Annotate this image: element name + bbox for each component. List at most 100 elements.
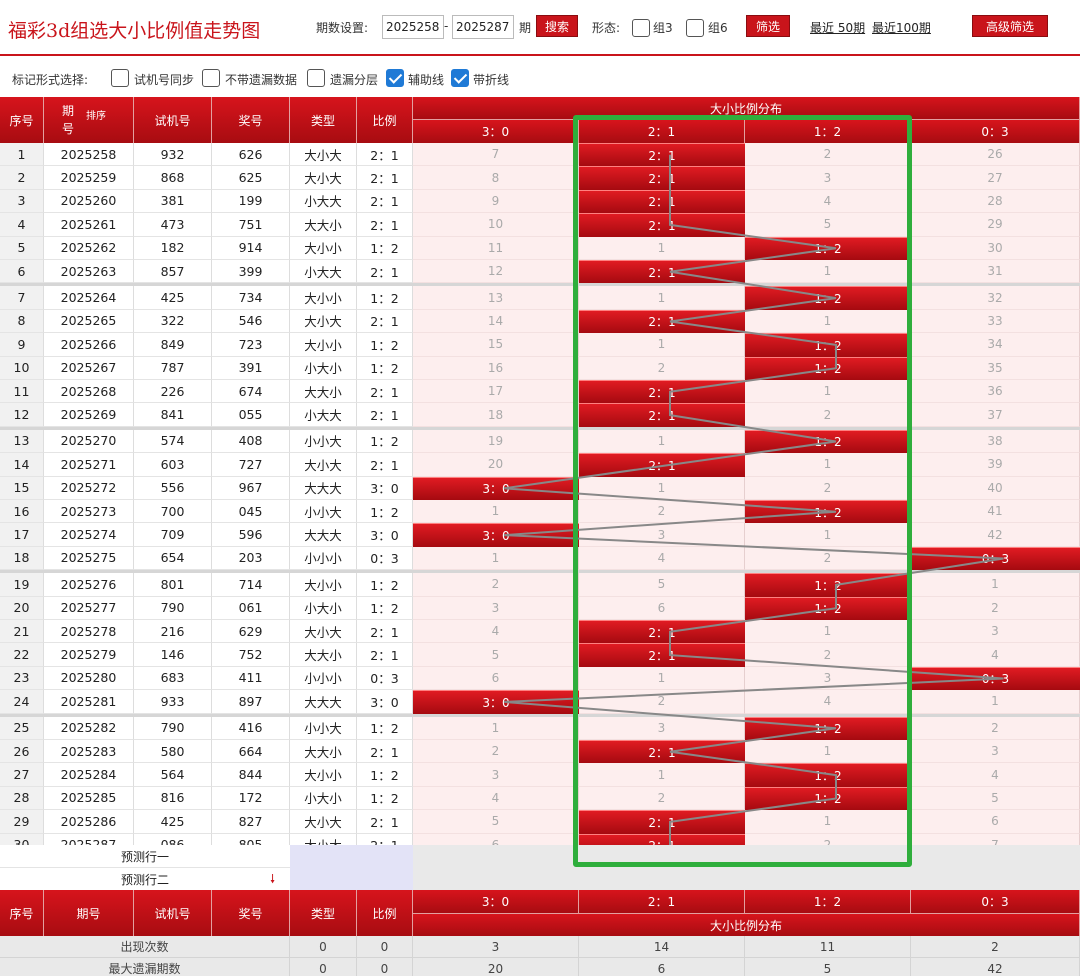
row-type: 大小大 bbox=[290, 166, 357, 190]
dist-miss-cell: 6 bbox=[911, 810, 1080, 834]
row-ratio: 2：1 bbox=[357, 213, 413, 237]
row-type: 大小小 bbox=[290, 763, 357, 787]
option-polyline-checkbox[interactable] bbox=[451, 69, 469, 87]
row-prize-number: 751 bbox=[212, 213, 290, 237]
dist-miss-cell: 15 bbox=[413, 333, 579, 357]
dist-miss-cell: 8 bbox=[413, 166, 579, 190]
dist-miss-cell: 39 bbox=[911, 453, 1080, 477]
row-period: 2025258 bbox=[44, 143, 134, 167]
row-index: 12 bbox=[0, 403, 44, 427]
row-type: 小小大 bbox=[290, 500, 357, 524]
row-test-number: 425 bbox=[134, 286, 212, 310]
row-index: 13 bbox=[0, 429, 44, 454]
option-layer-checkbox[interactable] bbox=[307, 69, 325, 87]
option-no-miss-label: 不带遗漏数据 bbox=[225, 73, 298, 87]
group6-checkbox[interactable] bbox=[686, 19, 704, 37]
dist-miss-cell: 10 bbox=[413, 213, 579, 237]
row-test-number: 790 bbox=[134, 716, 212, 740]
row-type: 大小大 bbox=[290, 453, 357, 477]
stat-type-value: 0 bbox=[290, 958, 357, 976]
dist-miss-cell: 5 bbox=[413, 810, 579, 834]
row-test-number: 841 bbox=[134, 403, 212, 427]
option-aux-line-checkbox[interactable] bbox=[386, 69, 404, 87]
row-index: 21 bbox=[0, 620, 44, 644]
row-index: 29 bbox=[0, 810, 44, 834]
dist-hit-cell[interactable]: 0：3 bbox=[911, 546, 1080, 571]
row-period: 2025266 bbox=[44, 333, 134, 357]
start-period-input[interactable]: 2025258 bbox=[382, 15, 444, 39]
dist-miss-cell: 41 bbox=[911, 500, 1080, 524]
dist-column-header: 3：0 bbox=[413, 120, 579, 143]
dist-hit-cell[interactable]: 3：0 bbox=[413, 690, 579, 714]
row-period: 2025276 bbox=[44, 573, 134, 597]
dist-miss-cell: 1 bbox=[911, 690, 1080, 714]
recent-50-link[interactable]: 最近 50期 bbox=[810, 19, 865, 36]
dist-miss-cell: 11 bbox=[413, 236, 579, 260]
row-test-number: 226 bbox=[134, 380, 212, 404]
end-period-input[interactable]: 2025287 bbox=[452, 15, 514, 39]
row-index: 28 bbox=[0, 786, 44, 811]
row-type: 大大小 bbox=[290, 643, 357, 667]
row-period: 2025282 bbox=[44, 716, 134, 740]
period-unit: 期 bbox=[519, 21, 532, 35]
row-type: 小大小 bbox=[290, 356, 357, 380]
row-type: 大小大 bbox=[290, 309, 357, 334]
arrow-down-icon[interactable]: 🠗 bbox=[270, 870, 275, 891]
dist-hit-cell[interactable]: 3：0 bbox=[413, 476, 579, 500]
row-period: 2025270 bbox=[44, 429, 134, 454]
dist-miss-cell: 3 bbox=[413, 596, 579, 620]
row-prize-number: 674 bbox=[212, 380, 290, 404]
row-prize-number: 827 bbox=[212, 810, 290, 834]
row-prize-number: 408 bbox=[212, 429, 290, 454]
advanced-filter-button[interactable]: 高级筛选 bbox=[972, 15, 1048, 37]
predict-row-1-input[interactable] bbox=[290, 845, 413, 868]
dist-miss-cell: 30 bbox=[911, 236, 1080, 260]
option-aux-line-label: 辅助线 bbox=[408, 73, 445, 87]
row-index: 6 bbox=[0, 260, 44, 284]
row-test-number: 574 bbox=[134, 429, 212, 454]
row-test-number: 654 bbox=[134, 546, 212, 571]
row-prize-number: 172 bbox=[212, 786, 290, 811]
group3-checkbox[interactable] bbox=[632, 19, 650, 37]
predict-row-2-area[interactable] bbox=[413, 868, 1080, 890]
row-type: 小小大 bbox=[290, 716, 357, 740]
stat-dist-value: 6 bbox=[579, 958, 745, 976]
row-index: 16 bbox=[0, 500, 44, 524]
dist-hit-cell[interactable]: 3：0 bbox=[413, 523, 579, 547]
row-ratio: 1：2 bbox=[357, 596, 413, 620]
dist-hit-cell[interactable]: 0：3 bbox=[911, 666, 1080, 691]
dist-miss-cell: 20 bbox=[413, 453, 579, 477]
header-period[interactable]: 期号 排序 bbox=[44, 97, 134, 143]
stat-dist-value: 20 bbox=[413, 958, 579, 976]
option-test-sync-checkbox[interactable] bbox=[111, 69, 129, 87]
filter-button[interactable]: 筛选 bbox=[746, 15, 790, 37]
row-prize-number: 844 bbox=[212, 763, 290, 787]
row-test-number: 322 bbox=[134, 309, 212, 334]
predict-row-2-input[interactable] bbox=[290, 868, 413, 890]
row-ratio: 1：2 bbox=[357, 573, 413, 597]
dist-miss-cell: 40 bbox=[911, 476, 1080, 500]
stat-label: 最大遗漏期数 bbox=[0, 958, 290, 976]
option-no-miss-checkbox[interactable] bbox=[202, 69, 220, 87]
row-period: 2025284 bbox=[44, 763, 134, 787]
option-polyline-label: 带折线 bbox=[473, 73, 510, 87]
stat-dist-value: 42 bbox=[911, 958, 1080, 976]
row-period: 2025278 bbox=[44, 620, 134, 644]
row-prize-number: 203 bbox=[212, 546, 290, 571]
row-prize-number: 199 bbox=[212, 189, 290, 214]
dist-miss-cell: 13 bbox=[413, 286, 579, 310]
row-test-number: 801 bbox=[134, 573, 212, 597]
dist-miss-cell: 1 bbox=[413, 500, 579, 524]
row-test-number: 146 bbox=[134, 643, 212, 667]
sort-button[interactable]: 排序 bbox=[86, 107, 106, 122]
row-test-number: 709 bbox=[134, 523, 212, 547]
row-type: 小大小 bbox=[290, 786, 357, 811]
row-ratio: 1：2 bbox=[357, 333, 413, 357]
row-test-number: 683 bbox=[134, 666, 212, 691]
row-prize-number: 546 bbox=[212, 309, 290, 334]
recent-100-link[interactable]: 最近100期 bbox=[872, 19, 931, 36]
highlight-box bbox=[573, 115, 912, 867]
search-button[interactable]: 搜索 bbox=[536, 15, 578, 37]
row-index: 4 bbox=[0, 213, 44, 237]
row-index: 5 bbox=[0, 236, 44, 260]
